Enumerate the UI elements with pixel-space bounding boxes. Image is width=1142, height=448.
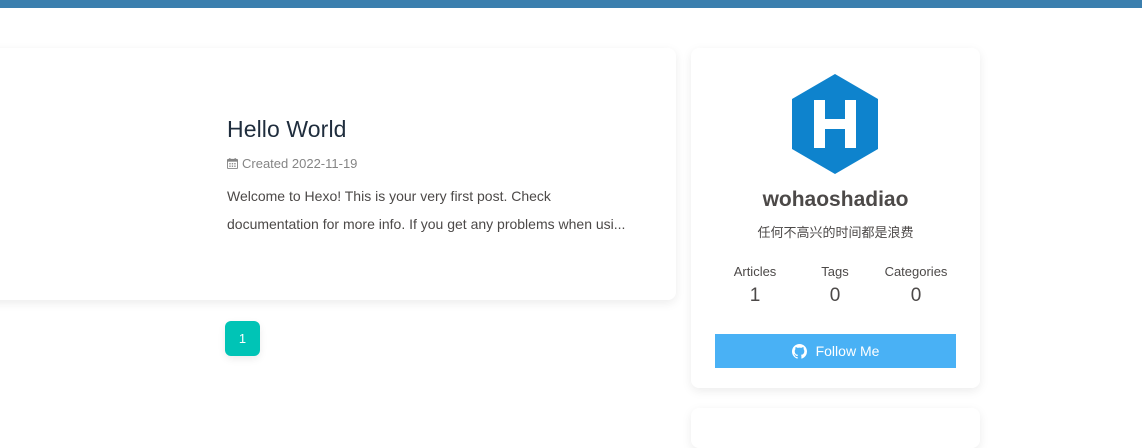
post-excerpt-line: Welcome to Hexo! This is your very first…	[227, 188, 551, 204]
stat-label: Articles	[733, 264, 777, 279]
post-title-link[interactable]: Hello World	[227, 116, 347, 143]
post-meta-label: Created	[242, 156, 289, 171]
post-meta: Created 2022-11-19	[227, 156, 357, 171]
sidebar-card-partial	[691, 408, 980, 448]
hexo-logo-avatar	[792, 74, 878, 174]
follow-me-button[interactable]: Follow Me	[715, 334, 956, 368]
stat-categories[interactable]: Categories 0	[871, 264, 961, 307]
calendar-icon	[227, 158, 238, 169]
top-header-bar	[0, 0, 1142, 8]
follow-me-label: Follow Me	[815, 343, 880, 359]
post-excerpt: Welcome to Hexo! This is your very first…	[227, 182, 637, 238]
stat-tags[interactable]: Tags 0	[790, 264, 880, 307]
stat-label: Categories	[884, 264, 948, 279]
author-name: wohaoshadiao	[762, 188, 909, 211]
stat-articles[interactable]: Articles 1	[710, 264, 800, 307]
author-description: 任何不高兴的时间都是浪费	[757, 225, 914, 240]
stat-value: 0	[910, 285, 922, 306]
profile-card: wohaoshadiao 任何不高兴的时间都是浪费 Articles 1 Tag…	[691, 48, 980, 388]
stat-label: Tags	[821, 264, 849, 279]
github-icon	[791, 343, 807, 359]
stat-value: 0	[829, 285, 841, 306]
post-excerpt-line: documentation for more info. If you get …	[227, 216, 626, 232]
stat-value: 1	[749, 285, 761, 306]
pagination-page-button[interactable]: 1	[225, 321, 260, 356]
post-date: 2022-11-19	[291, 156, 358, 171]
post-card: Hello World Created 2022-11-19 Welcome t…	[0, 48, 676, 300]
